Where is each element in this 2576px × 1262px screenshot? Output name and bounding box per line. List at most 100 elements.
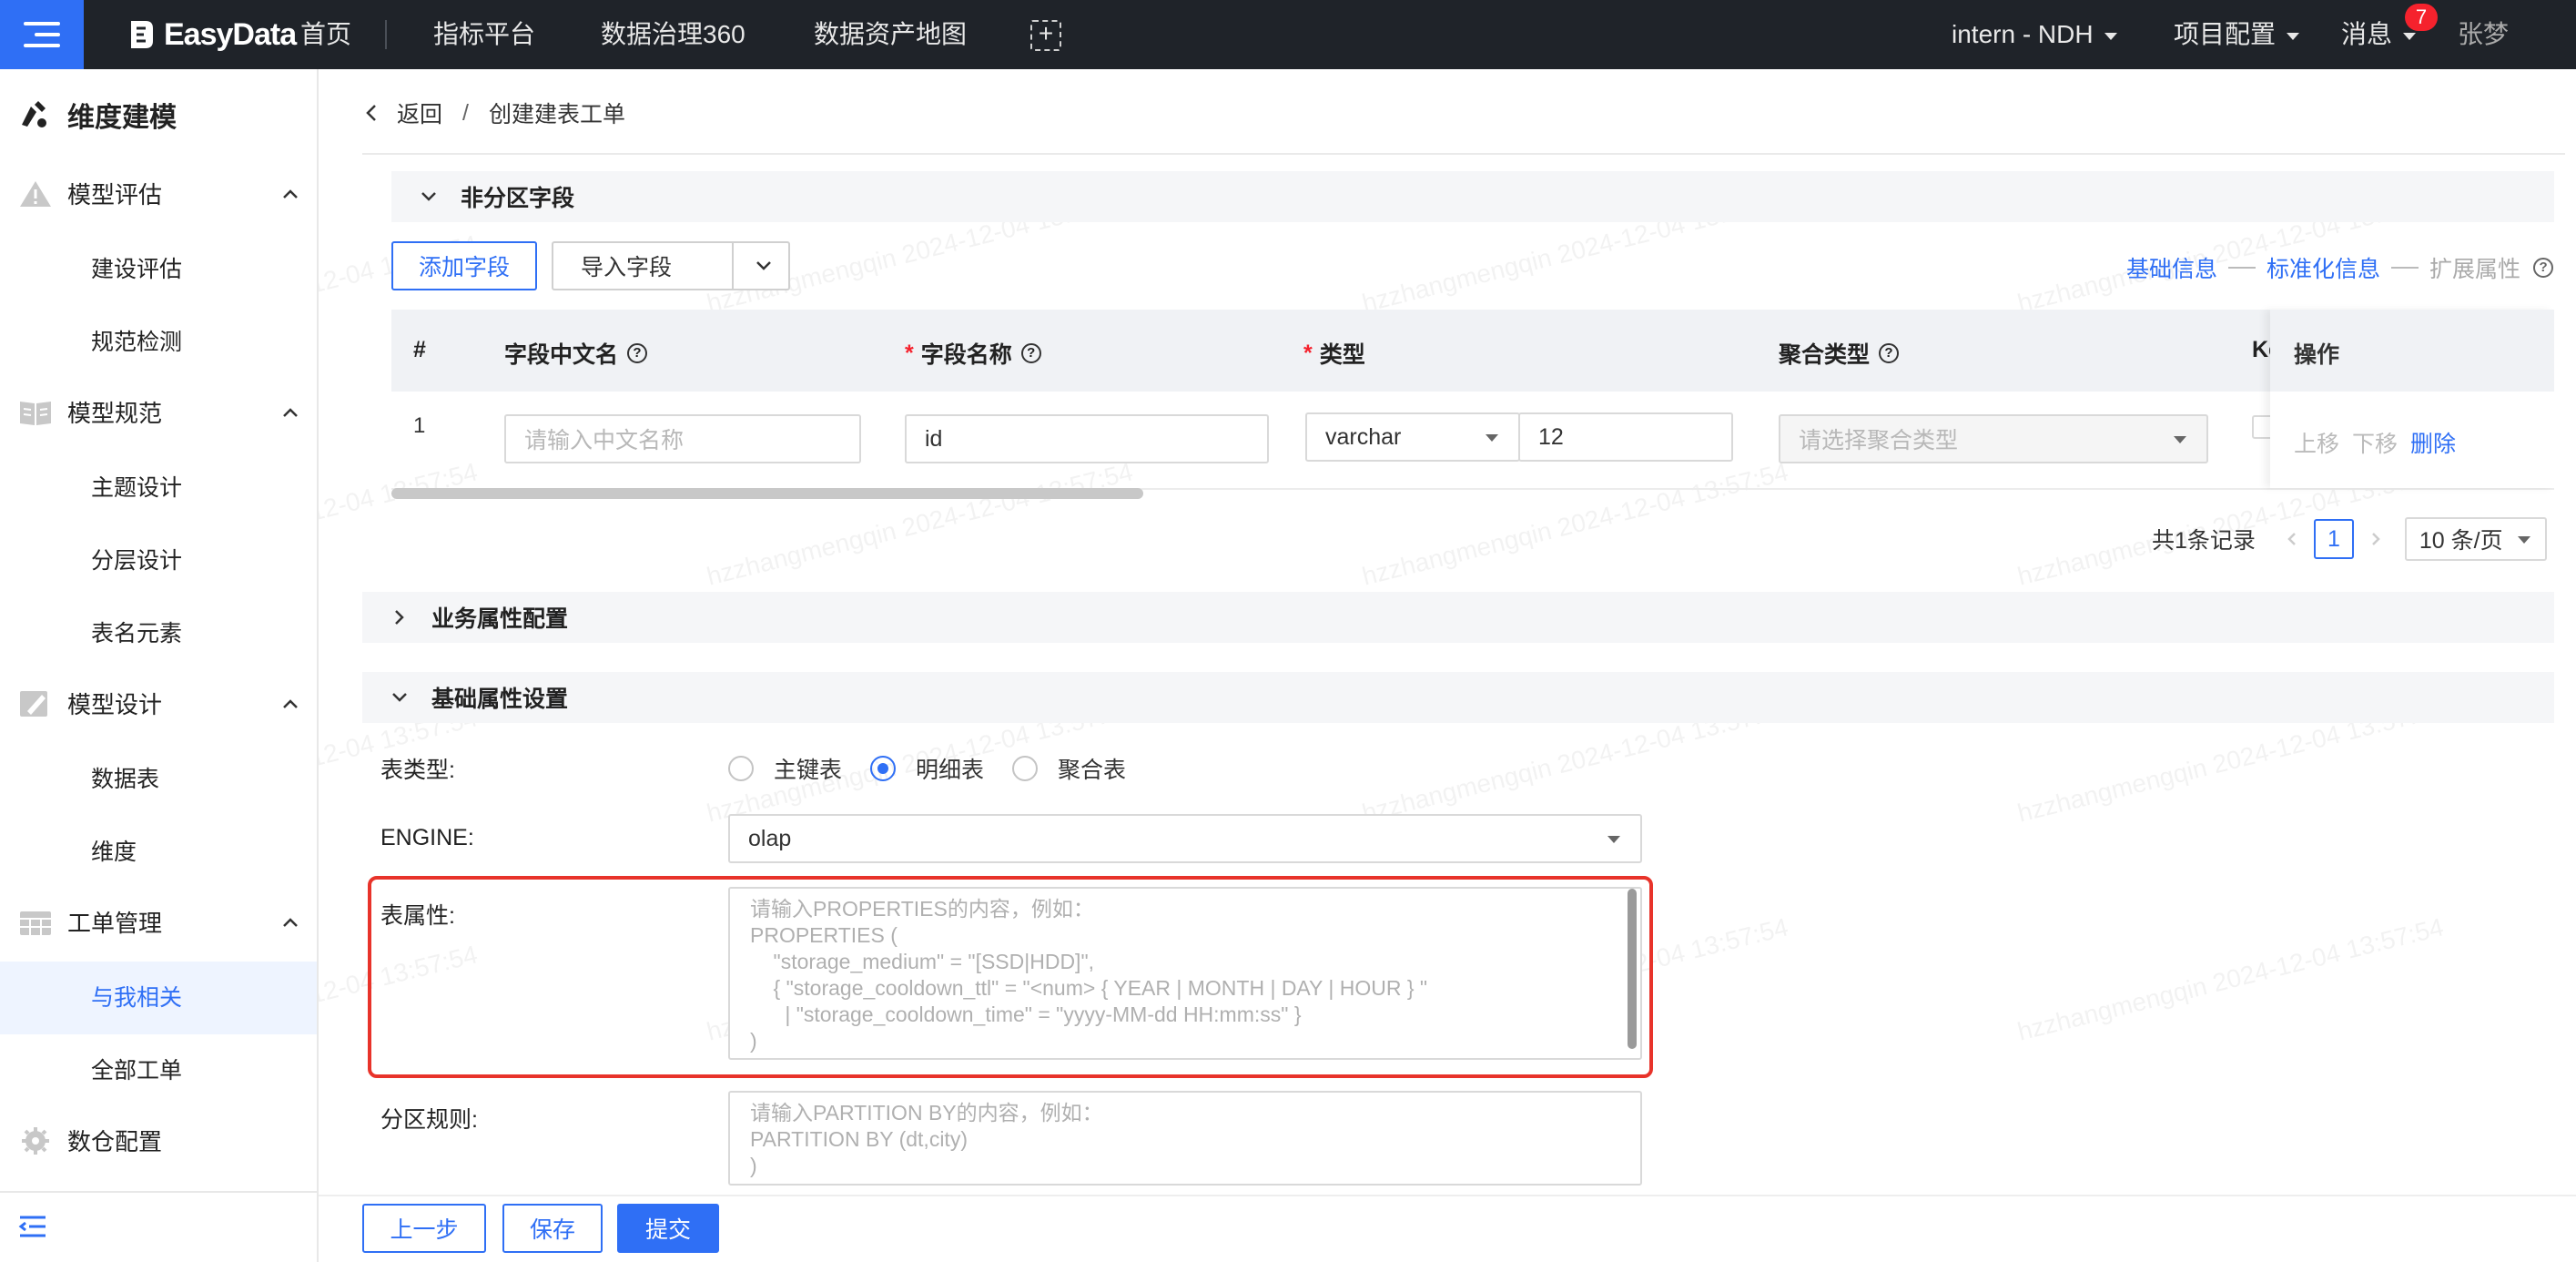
menu-toggle-button[interactable] — [0, 0, 84, 69]
engine-select[interactable]: olap — [728, 814, 1642, 863]
chevron-left-icon[interactable] — [362, 102, 380, 124]
cn-name-input[interactable]: 请输入中文名称 — [504, 414, 861, 463]
step-connector — [2228, 267, 2257, 269]
type-select[interactable]: varchar — [1305, 412, 1520, 462]
step-standardization-info[interactable]: 标准化信息 — [2267, 251, 2380, 284]
move-down-link[interactable]: 下移 — [2352, 426, 2398, 459]
business-section-header[interactable]: 业务属性配置 — [362, 592, 2554, 643]
step-extended-attributes[interactable]: 扩展属性 — [2429, 251, 2520, 284]
sidebar-item-all-orders[interactable]: 全部工单 — [91, 1053, 182, 1085]
table-type-label: 表类型: — [380, 758, 455, 783]
chevron-down-icon — [421, 192, 436, 201]
radio-detail-table[interactable]: 明细表 — [870, 752, 984, 785]
nav-home[interactable]: 首页 — [300, 16, 351, 53]
import-dropdown-divider — [732, 243, 734, 289]
radio-aggregate-table[interactable]: 聚合表 — [1012, 752, 1126, 785]
save-button[interactable]: 保存 — [502, 1204, 603, 1253]
caret-down-icon — [2517, 536, 2530, 544]
sidebar-item-subject-design[interactable]: 主题设计 — [91, 470, 182, 503]
partition-rule-textarea[interactable]: 请输入PARTITION BY的内容，例如： PARTITION BY (dt,… — [728, 1091, 1642, 1186]
nav-data-governance[interactable]: 数据治理360 — [601, 16, 745, 53]
basic-section-header[interactable]: 基础属性设置 — [362, 672, 2554, 723]
add-field-button[interactable]: 添加字段 — [391, 241, 537, 290]
nav-metrics-platform[interactable]: 指标平台 — [433, 16, 535, 53]
nav-divider — [385, 20, 387, 49]
sidebar-item-related-to-me[interactable]: 与我相关 — [91, 980, 182, 1013]
delete-link[interactable]: 删除 — [2410, 426, 2456, 459]
top-bar: EasyData 首页 指标平台 数据治理360 数据资产地图 + intern… — [0, 0, 2576, 69]
chevron-right-icon — [395, 610, 404, 625]
required-mark: * — [1303, 340, 1313, 366]
sidebar-item-warehouse-config[interactable]: 数仓配置 — [18, 1124, 300, 1157]
modeling-icon — [22, 101, 46, 127]
help-icon[interactable]: ? — [1020, 343, 1041, 363]
warning-triangle-icon — [20, 180, 51, 207]
table-horizontal-scrollbar[interactable] — [391, 488, 1143, 499]
sidebar-group-model-eval[interactable]: 模型评估 — [18, 177, 300, 210]
back-link[interactable]: 返回 — [397, 97, 442, 129]
design-pen-icon — [20, 690, 47, 717]
step-connector — [2391, 267, 2419, 269]
move-up-link[interactable]: 上移 — [2294, 426, 2339, 459]
sidebar-title: 维度建模 — [18, 95, 177, 135]
logo-text: EasyData — [164, 16, 297, 52]
import-field-button[interactable]: 导入字段 — [552, 241, 790, 290]
highlight-annotation-box — [368, 876, 1653, 1078]
project-config-label: 项目配置 — [2174, 20, 2277, 48]
chevron-down-icon[interactable] — [754, 256, 774, 276]
help-icon[interactable]: ? — [627, 343, 648, 363]
watermark: hzzhangmengqin 2024-12-04 13:57:54 — [2014, 912, 2447, 1046]
col-field-name: * 字段名称? — [905, 337, 1041, 370]
caret-down-icon — [2403, 32, 2417, 40]
page-number-current[interactable]: 1 — [2313, 519, 2354, 559]
next-page-icon[interactable] — [2367, 530, 2385, 548]
help-icon[interactable]: ? — [2533, 258, 2554, 278]
non-partition-section-header[interactable]: 非分区字段 — [391, 171, 2554, 222]
caret-down-icon — [1486, 434, 1498, 442]
import-field-label: 导入字段 — [581, 255, 673, 280]
sidebar-item-table-name-elements[interactable]: 表名元素 — [91, 616, 182, 648]
pagination: 共1条记录 1 10 条/页 — [2152, 517, 2547, 561]
nav-data-asset-map[interactable]: 数据资产地图 — [814, 16, 967, 53]
radio-circle — [1012, 756, 1038, 781]
sidebar-item-build-eval[interactable]: 建设评估 — [91, 251, 182, 284]
prev-step-button[interactable]: 上一步 — [362, 1204, 486, 1253]
watermark: hzzhangmengqin 2024-12-04 13:57:54 — [704, 457, 1136, 591]
project-config-menu[interactable]: 项目配置 — [2174, 16, 2300, 53]
logo[interactable]: EasyData — [127, 15, 297, 55]
engine-label: ENGINE: — [380, 825, 474, 850]
partition-rule-label: 分区规则: — [380, 1107, 478, 1133]
workspace-select[interactable]: intern - NDH — [1952, 16, 2117, 53]
field-name-input[interactable]: id — [905, 414, 1269, 463]
nav-add-icon[interactable]: + — [1030, 20, 1061, 51]
sidebar-group-work-orders[interactable]: 工单管理 — [18, 905, 300, 939]
radio-circle-selected — [870, 756, 896, 781]
help-icon[interactable]: ? — [1879, 343, 1900, 363]
sidebar-divider — [0, 1191, 317, 1193]
collapse-sidebar-icon[interactable] — [18, 1215, 47, 1238]
user-menu[interactable]: 张梦 — [2458, 16, 2509, 53]
sidebar-item-spec-check[interactable]: 规范检测 — [91, 324, 182, 357]
gear-icon — [22, 1126, 49, 1155]
sidebar-item-layer-design[interactable]: 分层设计 — [91, 543, 182, 575]
chevron-down-icon — [392, 693, 407, 702]
page-size-select[interactable]: 10 条/页 — [2404, 517, 2547, 561]
sidebar-group-model-design[interactable]: 模型设计 — [18, 687, 300, 720]
col-cn-name: 字段中文名? — [504, 337, 648, 370]
col-type: * 类型 — [1303, 340, 1365, 369]
radio-primary-key-table[interactable]: 主键表 — [728, 752, 842, 785]
prev-page-icon[interactable] — [2283, 530, 2301, 548]
agg-type-select[interactable]: 请选择聚合类型 — [1779, 414, 2208, 463]
sidebar-group-model-spec[interactable]: 模型规范 — [18, 395, 300, 429]
breadcrumb-divider — [362, 153, 2565, 155]
sidebar-item-dimension[interactable]: 维度 — [91, 834, 137, 867]
step-basic-info[interactable]: 基础信息 — [2126, 251, 2217, 284]
sidebar-item-data-table[interactable]: 数据表 — [91, 761, 159, 794]
messages-label: 消息 — [2341, 20, 2393, 48]
field-info-steps: 基础信息 标准化信息 扩展属性 ? — [2126, 251, 2554, 284]
submit-button[interactable]: 提交 — [617, 1204, 719, 1253]
radio-circle — [728, 756, 754, 781]
total-records: 共1条记录 — [2152, 528, 2256, 554]
messages-menu[interactable]: 消息 — [2341, 16, 2417, 53]
type-length-input[interactable]: 12 — [1518, 412, 1733, 462]
